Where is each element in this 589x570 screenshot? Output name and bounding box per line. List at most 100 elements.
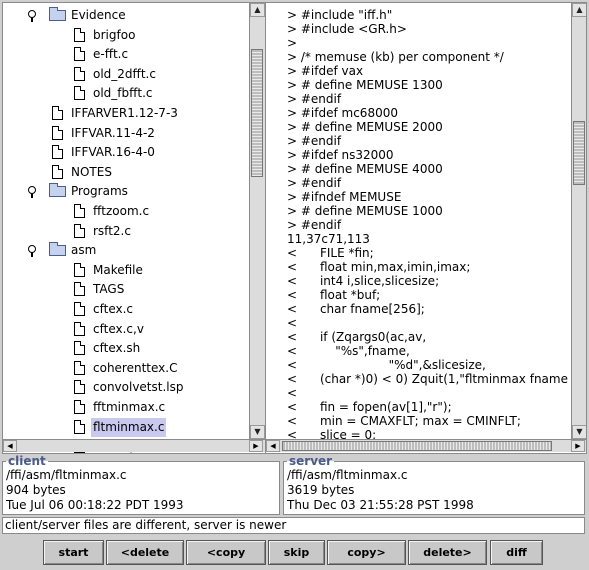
server-date: Thu Dec 03 21:55:28 PST 1998 — [287, 498, 474, 512]
diff-vertical-scrollbar[interactable]: ▲ ▼ — [571, 3, 586, 439]
diff-horizontal-scrollbar[interactable]: ◀ ▶ — [266, 439, 586, 452]
status-message: client/server files are different, serve… — [2, 517, 585, 534]
diff-line: < — [287, 316, 298, 330]
diff-line: > #ifndef MEMUSE — [287, 190, 402, 204]
tree-item-label: IFFARVER1.12-7-3 — [71, 106, 178, 120]
file-icon — [74, 66, 85, 81]
server-size: 3619 bytes — [287, 483, 355, 497]
diff-line: > # define MEMUSE 2000 — [287, 120, 443, 134]
diff-line: < (char *)0) < 0) Zquit(1,"fltminmax fna… — [287, 372, 570, 386]
diff-line: 11,37c71,113 — [287, 232, 370, 246]
file-icon — [52, 125, 63, 140]
client-path: /ffi/asm/fltminmax.c — [6, 468, 127, 482]
diff-line: > #endif — [287, 218, 342, 232]
tree-item-label: asm — [71, 243, 97, 258]
diff-line: < FILE *fin; — [287, 246, 374, 260]
file-icon — [74, 47, 85, 62]
client-title: client — [8, 454, 46, 468]
delete-client-button[interactable]: <delete — [106, 540, 184, 565]
copy-to-server-button[interactable]: copy> — [327, 540, 406, 565]
copy-to-client-button[interactable]: <copy — [186, 540, 266, 565]
file-icon — [52, 164, 63, 179]
expand-toggle-icon[interactable] — [27, 10, 37, 22]
tree-item-label: old_fbfft.c — [93, 86, 153, 101]
diff-line: > # define MEMUSE 1300 — [287, 78, 443, 92]
tree-item-label: cftex.c,v — [93, 321, 144, 336]
diff-line: > #include "iff.h" — [287, 8, 393, 22]
diff-scroll-left-arrow[interactable]: ◀ — [266, 440, 280, 452]
diff-scroll-thumb[interactable] — [573, 121, 585, 185]
diff-line: > #ifdef mc68000 — [287, 106, 398, 120]
file-icon — [74, 360, 85, 375]
skip-button[interactable]: skip — [268, 540, 325, 565]
folder-icon — [49, 183, 66, 198]
diff-line: < — [287, 386, 298, 400]
file-icon — [74, 27, 85, 42]
diff-line: < if (Zqargs0(ac,av, — [287, 330, 427, 344]
diff-line: < char fname[256]; — [287, 302, 425, 316]
diff-line: > #ifdef vax — [287, 64, 364, 78]
diff-line: < float min,max,imin,imax; — [287, 260, 471, 274]
tree-scroll-thumb[interactable] — [251, 49, 263, 177]
tree-item-label: cftex.sh — [93, 341, 141, 356]
file-icon — [74, 282, 85, 297]
tree-scroll-down-arrow[interactable]: ▼ — [250, 425, 265, 439]
tree-scroll-left-arrow[interactable]: ◀ — [3, 440, 17, 452]
client-info-box: client /ffi/asm/fltminmax.c 904 bytes Tu… — [2, 454, 280, 515]
diff-output-panel[interactable]: > #include "iff.h" > #include <GR.h> > > /*… — [265, 2, 587, 454]
tree-item-label: Evidence — [71, 8, 126, 22]
diff-line: > /* memuse (kb) per component */ — [287, 50, 504, 64]
folder-icon — [49, 242, 66, 257]
tree-item-label: IFFVAR.16-4-0 — [71, 145, 155, 160]
file-icon — [74, 86, 85, 101]
tree-vertical-scrollbar[interactable]: ▲ ▼ — [249, 3, 265, 439]
diff-line: > #include <GR.h> — [287, 22, 407, 36]
tree-item-label: rsft2.c — [93, 223, 131, 238]
tree-item-label: coherenttex.C — [93, 360, 178, 375]
file-tree-panel[interactable]: Evidence brigfoo e-fft.c old_2dfft.c old_fbf… — [2, 2, 266, 454]
diff-line: > #endif — [287, 92, 342, 106]
diff-line: < fin = fopen(av[1],"r"); — [287, 400, 452, 414]
tree-scroll-up-arrow[interactable]: ▲ — [250, 3, 265, 17]
diff-scroll-up-arrow[interactable]: ▲ — [572, 3, 586, 17]
client-size: 904 bytes — [6, 483, 66, 497]
tree-item-label: TAGS — [93, 282, 125, 297]
diff-line: > #endif — [287, 134, 342, 148]
file-icon — [52, 106, 63, 120]
diff-line: < float *buf; — [287, 288, 381, 302]
tree-item-label: fftminmax.c — [93, 400, 166, 414]
file-icon — [74, 400, 85, 414]
tree-item-label: IFFVAR.11-4-2 — [71, 125, 155, 140]
file-icon — [74, 302, 85, 316]
diff-line: > # define MEMUSE 4000 — [287, 162, 443, 176]
diff-scroll-right-arrow[interactable]: ▶ — [571, 440, 585, 452]
diff-line: < "%s",fname, — [287, 344, 410, 358]
tree-item-label: cftex.c — [93, 302, 134, 316]
server-title: server — [289, 454, 333, 468]
tree-item-label: fltminmax.c — [91, 417, 167, 437]
expand-toggle-icon[interactable] — [27, 186, 37, 199]
diff-button[interactable]: diff — [490, 540, 543, 565]
tree-horizontal-scrollbar[interactable]: ◀ ▶ — [3, 439, 265, 452]
diff-line: < min = CMAXFLT; max = CMINFLT; — [287, 414, 521, 428]
diff-horizontal-scroll-thumb[interactable] — [282, 441, 552, 451]
file-icon — [74, 380, 85, 395]
file-icon — [74, 321, 85, 336]
tree-scroll-right-arrow[interactable]: ▶ — [249, 440, 263, 452]
file-icon — [74, 204, 85, 218]
file-icon — [52, 145, 63, 160]
tree-item-label: old_2dfft.c — [93, 66, 156, 81]
tree-item-label: NOTES — [71, 164, 112, 179]
start-button[interactable]: start — [43, 540, 104, 565]
diff-line: < int4 i,slice,slicesize; — [287, 274, 440, 288]
tree-item-label: Programs — [71, 184, 128, 199]
expand-toggle-icon[interactable] — [27, 245, 37, 258]
diff-line: > #ifdef ns32000 — [287, 148, 394, 162]
client-date: Tue Jul 06 00:18:22 PDT 1993 — [6, 498, 184, 512]
delete-server-button[interactable]: delete> — [408, 540, 487, 565]
diff-scroll-down-arrow[interactable]: ▼ — [572, 425, 586, 439]
server-info-box: server /ffi/asm/fltminmax.c 3619 bytes T… — [283, 454, 585, 515]
diff-line: > — [287, 36, 298, 50]
file-icon — [74, 223, 85, 238]
tree-item-label: brigfoo — [93, 27, 136, 42]
